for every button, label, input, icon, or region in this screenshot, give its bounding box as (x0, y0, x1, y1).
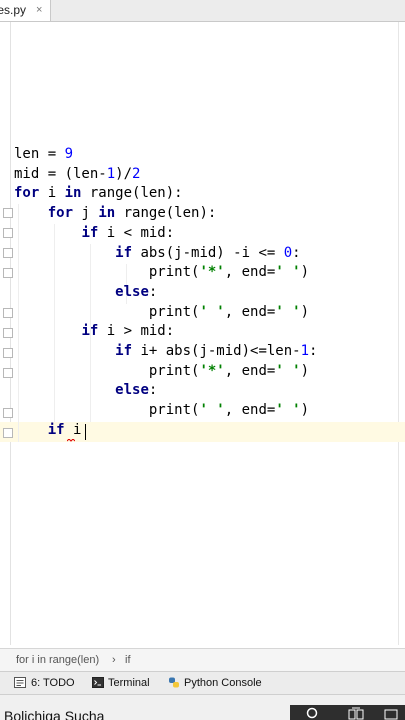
search-icon[interactable] (306, 707, 320, 720)
fold-marker[interactable] (3, 428, 13, 438)
code-line[interactable]: if i < mid: (14, 223, 174, 243)
todo-button[interactable]: 6: TODO (14, 672, 84, 694)
fold-marker[interactable] (3, 348, 13, 358)
code-line[interactable]: if i+ abs(j-mid)<=len-1: (14, 341, 317, 361)
fold-marker[interactable] (3, 408, 13, 418)
file-tab[interactable]: oles.py × (0, 0, 51, 21)
breadcrumb-item-if[interactable]: if (125, 649, 131, 671)
code-line[interactable]: else: (14, 380, 157, 400)
python-icon (169, 677, 179, 688)
fold-marker[interactable] (3, 308, 13, 318)
fold-marker[interactable] (3, 208, 13, 218)
code-line[interactable]: print('*', end=' ') (14, 361, 309, 381)
code-line[interactable]: print(' ', end=' ') (14, 302, 309, 322)
code-line[interactable]: mid = (len-1)/2 (14, 164, 140, 184)
status-text: Bolichiga Sucha (4, 708, 105, 720)
fold-marker[interactable] (3, 248, 13, 258)
fold-marker[interactable] (3, 228, 13, 238)
code-line[interactable]: for j in range(len): (14, 203, 217, 223)
right-margin-guide (398, 22, 399, 645)
breadcrumb-item-for[interactable]: for i in range(len) (16, 649, 99, 671)
breadcrumb: for i in range(len) › if (0, 648, 405, 671)
terminal-label: Terminal (108, 677, 150, 689)
todo-label: 6: TODO (31, 677, 75, 689)
app-icon[interactable] (384, 707, 398, 720)
fold-marker[interactable] (3, 328, 13, 338)
fold-marker[interactable] (3, 268, 13, 278)
code-line[interactable]: len = 9 (14, 144, 73, 164)
editor-tab-bar: oles.py × (0, 0, 405, 22)
code-line[interactable]: if i (14, 420, 82, 440)
code-line[interactable]: print(' ', end=' ') (14, 400, 309, 420)
code-editor[interactable]: len = 9 mid = (len-1)/2 for i in range(len… (0, 22, 405, 645)
terminal-icon (92, 677, 104, 688)
code-line[interactable]: print('*', end=' ') (14, 262, 309, 282)
python-console-button[interactable]: Python Console (168, 672, 268, 694)
taskbar-tray (290, 705, 405, 720)
breadcrumb-separator: › (112, 654, 116, 666)
code-line[interactable]: if i > mid: (14, 321, 174, 341)
file-tab-label: oles.py (0, 3, 27, 17)
task-view-icon[interactable] (348, 707, 364, 720)
code-line[interactable]: else: (14, 282, 157, 302)
error-squiggle (67, 439, 75, 442)
terminal-button[interactable]: Terminal (92, 672, 162, 694)
todo-icon (14, 677, 26, 688)
close-icon[interactable]: × (36, 0, 42, 21)
text-caret (85, 424, 86, 440)
fold-marker[interactable] (3, 368, 13, 378)
tool-window-bar: 6: TODO Terminal Python Console (0, 671, 405, 695)
code-line[interactable]: if abs(j-mid) -i <= 0: (14, 243, 300, 263)
python-console-label: Python Console (184, 677, 262, 689)
code-line[interactable]: for i in range(len): (14, 183, 183, 203)
